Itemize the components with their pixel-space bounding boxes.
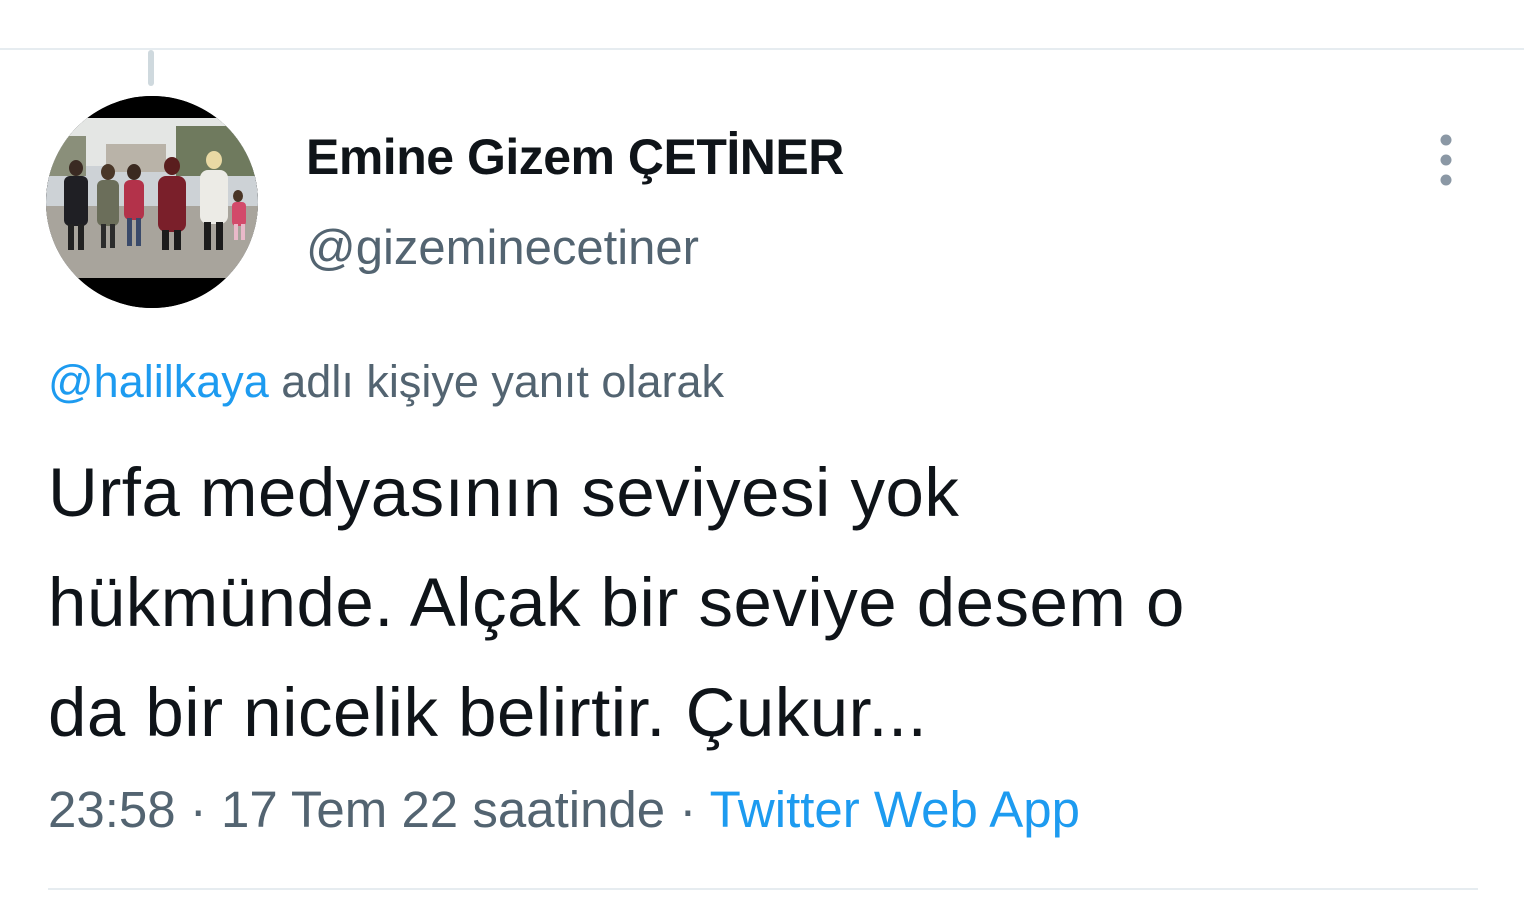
- author-display-name[interactable]: Emine Gizem ÇETİNER: [306, 128, 844, 186]
- tweet-source-link[interactable]: Twitter Web App: [710, 781, 1080, 838]
- tweet-text-line: hükmünde. Alçak bir seviye desem o: [48, 564, 1185, 641]
- tweet-text: Urfa medyasının seviyesi yok hükmünde. A…: [48, 438, 1468, 768]
- thread-connector-line: [148, 50, 154, 86]
- meta-separator: ·: [665, 781, 710, 838]
- tweet-date[interactable]: 17 Tem 22 saatinde: [221, 781, 665, 838]
- meta-separator: ·: [175, 781, 221, 838]
- tweet-detail: Emine Gizem ÇETİNER @gizeminecetiner @ha…: [0, 0, 1524, 900]
- avatar[interactable]: [46, 96, 258, 308]
- more-vertical-icon: [1440, 134, 1452, 186]
- tweet-metadata: 23:58 · 17 Tem 22 saatinde · Twitter Web…: [48, 780, 1080, 839]
- more-options-button[interactable]: [1424, 132, 1468, 188]
- tweet-text-line: da bir nicelik belirtir. Çukur...: [48, 674, 928, 751]
- reply-context-label: adlı kişiye yanıt olarak: [268, 356, 724, 407]
- reply-mention-link[interactable]: @halilkaya: [48, 356, 269, 407]
- top-divider: [0, 48, 1524, 50]
- tweet-text-line: Urfa medyasının seviyesi yok: [48, 454, 960, 531]
- tweet-time[interactable]: 23:58: [48, 781, 176, 838]
- author-handle[interactable]: @gizeminecetiner: [306, 220, 699, 276]
- bottom-divider: [48, 888, 1478, 890]
- reply-context: @halilkaya adlı kişiye yanıt olarak: [48, 356, 724, 408]
